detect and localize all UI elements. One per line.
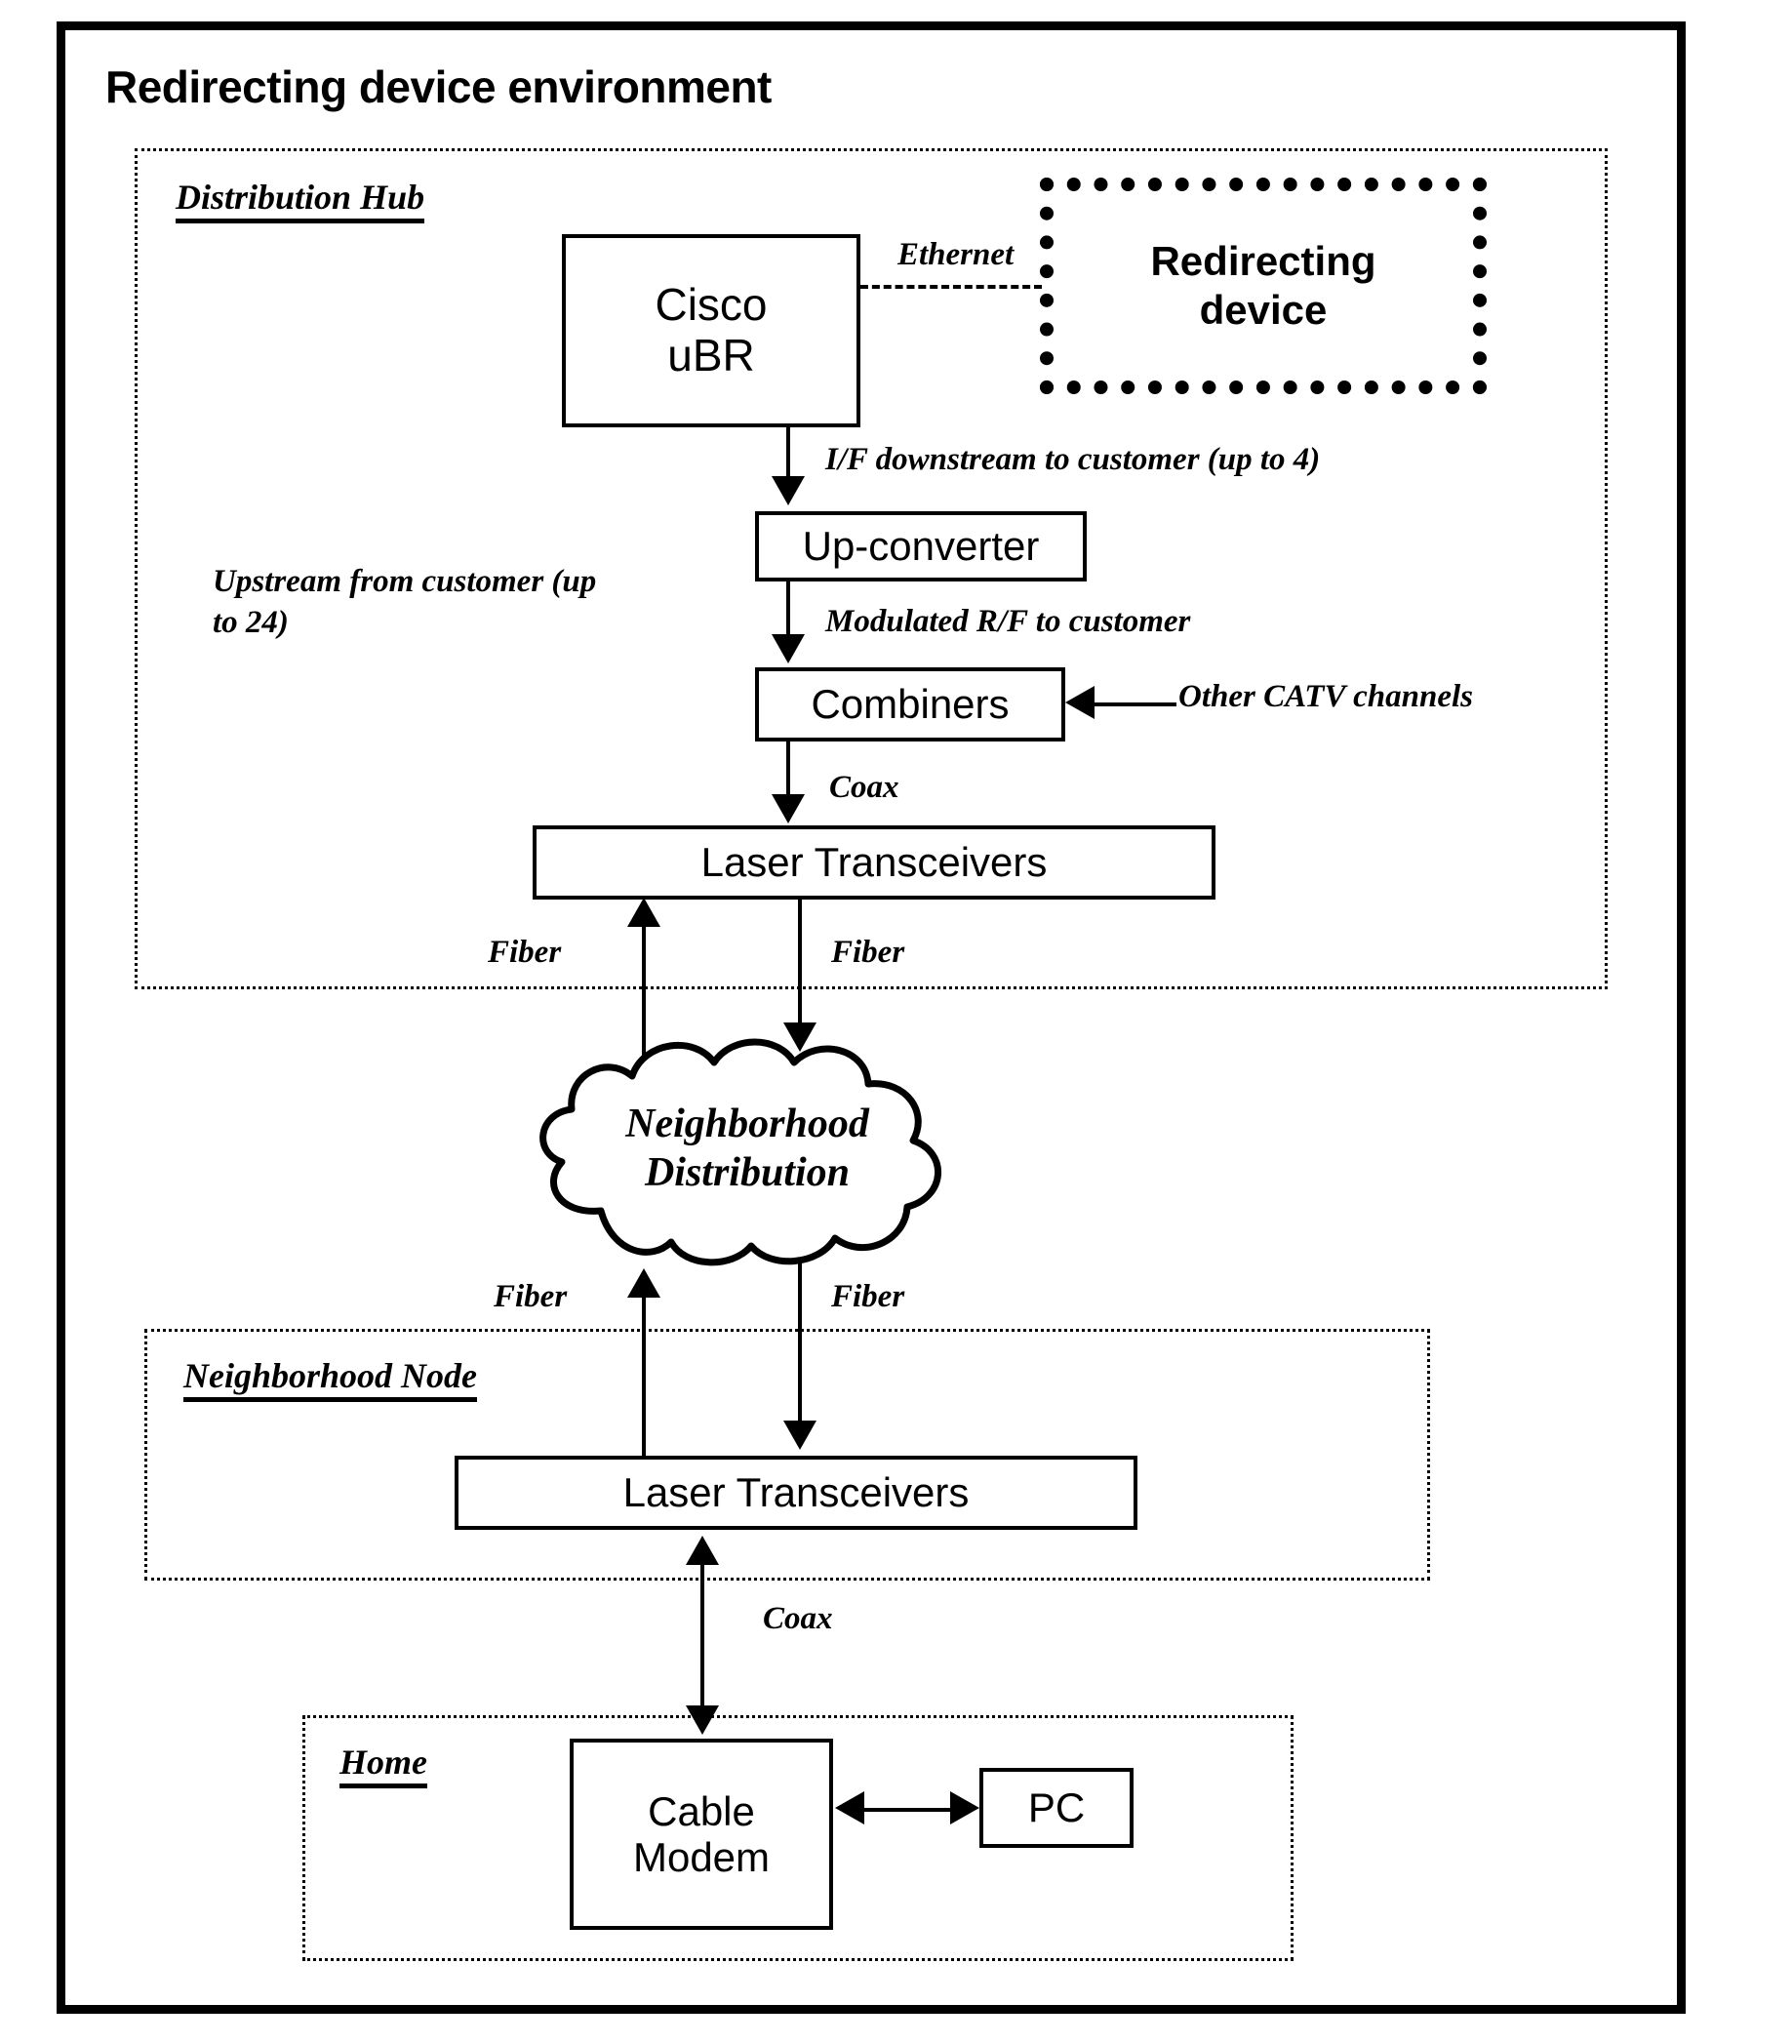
node-up-converter-label: Up-converter bbox=[802, 523, 1040, 570]
arrowhead-modem-to-pc-right bbox=[950, 1791, 979, 1824]
node-up-converter[interactable]: Up-converter bbox=[755, 511, 1087, 581]
link-cable-modem-to-pc bbox=[862, 1808, 952, 1812]
node-combiners-label: Combiners bbox=[811, 681, 1010, 728]
arrowhead-fiber-up-node-to-cloud bbox=[627, 1268, 660, 1298]
zone-label-neighborhood-node: Neighborhood Node bbox=[183, 1357, 478, 1402]
edge-label-other-catv: Other CATV channels bbox=[1178, 679, 1473, 714]
node-cisco-ubr-label: Cisco uBR bbox=[655, 279, 768, 381]
edge-label-fiber-node-left: Fiber bbox=[494, 1279, 568, 1314]
arrowhead-fiber-down-cloud-to-node bbox=[783, 1421, 816, 1450]
edge-label-fiber-node-right: Fiber bbox=[831, 1279, 905, 1314]
node-cable-modem-label: Cable Modem bbox=[632, 1787, 771, 1880]
link-other-catv-to-combiners bbox=[1095, 702, 1176, 706]
arrowhead-fiber-up-to-laser-hub bbox=[627, 898, 660, 927]
edge-label-coax-hub: Coax bbox=[829, 770, 899, 805]
link-fiber-down-to-cloud bbox=[798, 900, 802, 1026]
zone-label-home: Home bbox=[339, 1743, 427, 1788]
node-redirecting-device-label: Redirecting device bbox=[1150, 238, 1376, 333]
edge-label-if-downstream: I/F downstream to customer (up to 4) bbox=[825, 442, 1321, 477]
link-ethernet bbox=[860, 285, 1042, 289]
node-neighborhood-distribution-cloud[interactable]: Neighborhood Distribution bbox=[486, 1020, 1009, 1273]
page-title: Redirecting device environment bbox=[105, 61, 772, 112]
node-neighborhood-distribution-label: Neighborhood Distribution bbox=[625, 1102, 869, 1196]
link-fiber-down-cloud-to-node bbox=[798, 1259, 802, 1423]
node-combiners[interactable]: Combiners bbox=[755, 667, 1065, 741]
link-combiners-to-laser-hub bbox=[786, 741, 790, 796]
arrowhead-modem-to-pc-left bbox=[835, 1791, 864, 1824]
arrowhead-upconverter-to-combiners bbox=[772, 634, 805, 663]
node-pc[interactable]: PC bbox=[979, 1768, 1134, 1848]
zone-label-distribution-hub: Distribution Hub bbox=[176, 179, 425, 223]
node-cisco-ubr[interactable]: Cisco uBR bbox=[562, 234, 860, 427]
node-redirecting-device[interactable]: Redirecting device bbox=[1040, 178, 1487, 394]
arrowhead-other-catv-to-combiners bbox=[1065, 686, 1095, 719]
node-laser-transceivers-hub[interactable]: Laser Transceivers bbox=[533, 825, 1215, 900]
link-coax-node-to-home bbox=[700, 1561, 704, 1707]
edge-label-coax-home: Coax bbox=[763, 1601, 833, 1636]
node-laser-transceivers-hub-label: Laser Transceivers bbox=[700, 839, 1048, 886]
arrowhead-combiners-to-laser-hub bbox=[772, 794, 805, 823]
edge-label-ethernet: Ethernet bbox=[897, 237, 1015, 272]
node-cable-modem[interactable]: Cable Modem bbox=[570, 1739, 833, 1930]
edge-label-modulated-rf: Modulated R/F to customer bbox=[825, 604, 1191, 639]
node-laser-transceivers-node-label: Laser Transceivers bbox=[622, 1469, 970, 1516]
link-fiber-up-node-to-cloud bbox=[642, 1298, 646, 1458]
edge-label-fiber-hub-right: Fiber bbox=[831, 935, 905, 970]
figure-canvas: Redirecting device environment Distribut… bbox=[0, 0, 1792, 2044]
node-laser-transceivers-node[interactable]: Laser Transceivers bbox=[455, 1456, 1137, 1530]
arrowhead-ubr-to-upconverter bbox=[772, 476, 805, 505]
edge-label-fiber-hub-left: Fiber bbox=[488, 935, 562, 970]
node-pc-label: PC bbox=[1027, 1784, 1086, 1831]
link-ubr-to-upconverter bbox=[786, 427, 790, 478]
edge-label-upstream: Upstream from customer (up to 24) bbox=[213, 564, 597, 641]
link-upconverter-to-combiners bbox=[786, 581, 790, 636]
